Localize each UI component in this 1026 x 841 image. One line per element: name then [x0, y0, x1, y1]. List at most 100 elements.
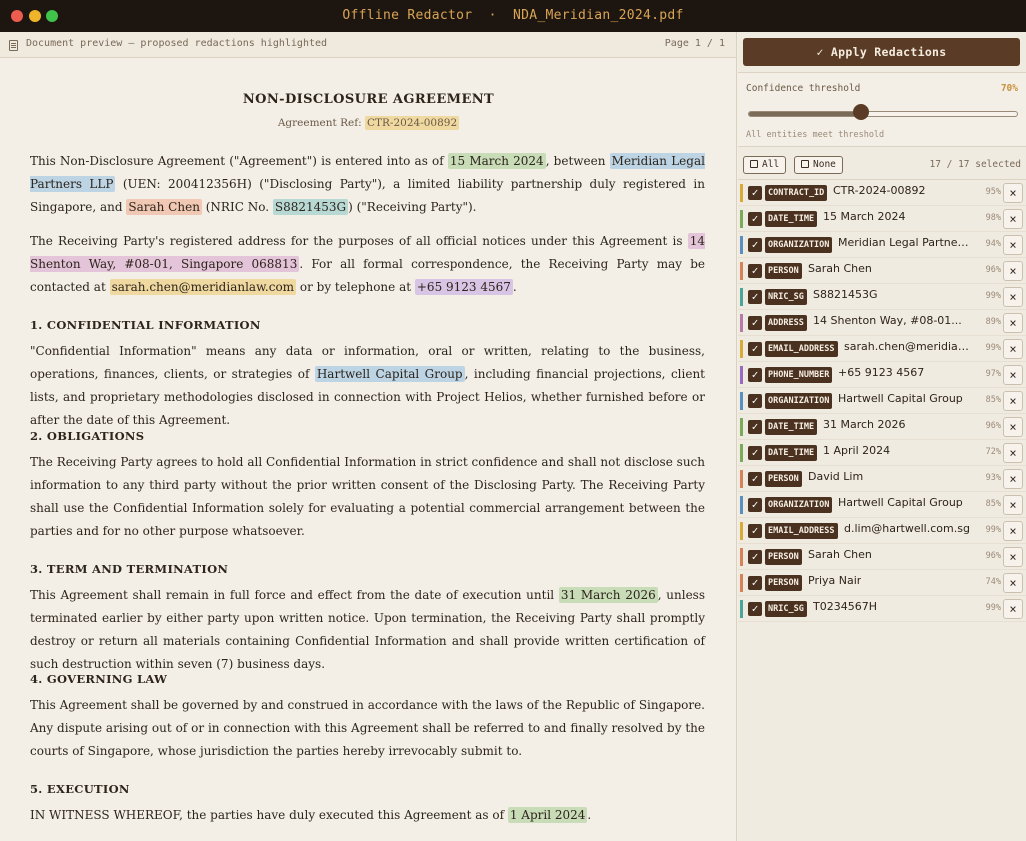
entity-row[interactable]: ✓ DATE_TIME 31 March 2026 96% × — [738, 414, 1026, 440]
entity-type-tag: DATE_TIME — [765, 419, 818, 435]
entity-type-tag: PERSON — [765, 575, 802, 591]
entity-color-bar — [740, 340, 743, 358]
entity-checkbox[interactable]: ✓ — [748, 602, 762, 616]
remove-entity-button[interactable]: × — [1003, 313, 1023, 333]
entity-type-tag: NRIC_SG — [765, 289, 807, 305]
select-all-button[interactable]: All — [743, 156, 787, 174]
entity-row[interactable]: ✓ORGANIZATION Meridian Legal Partners L..… — [738, 232, 1026, 258]
entity-checkbox[interactable]: ✓ — [748, 498, 762, 512]
entity-row[interactable]: ✓ NRIC_SG S8821453G 99% × — [738, 284, 1026, 310]
text-span: This Agreement shall remain in full forc… — [30, 588, 559, 602]
remove-entity-button[interactable]: × — [1003, 495, 1023, 515]
entity-row[interactable]: ✓ CONTRACT_ID CTR-2024-00892 95% × — [738, 180, 1026, 206]
entity-row[interactable]: ✓EMAIL_ADDRESS sarah.chen@meridianlaw... 9… — [738, 336, 1026, 362]
remove-entity-button[interactable]: × — [1003, 469, 1023, 489]
title-bar: Offline Redactor · NDA_Meridian_2024.pdf — [0, 0, 1026, 32]
window-title: Offline Redactor · NDA_Meridian_2024.pdf — [342, 8, 684, 23]
entity-checkbox[interactable]: ✓ — [748, 316, 762, 330]
entity-checkbox[interactable]: ✓ — [748, 290, 762, 304]
remove-entity-button[interactable]: × — [1003, 235, 1023, 255]
entity-row[interactable]: ✓ NRIC_SG T0234567H 99% × — [738, 596, 1026, 622]
entity-confidence: 96% — [985, 551, 1001, 561]
section-heading: 2. OBLIGATIONS — [30, 429, 145, 443]
entity-value: Sarah Chen — [808, 548, 872, 561]
section-heading: 4. GOVERNING LAW — [30, 672, 168, 686]
remove-entity-button[interactable]: × — [1003, 365, 1023, 385]
entity-row[interactable]: ✓ PERSON Priya Nair 74% × — [738, 570, 1026, 596]
entity-color-bar — [740, 392, 743, 410]
entity-checkbox[interactable]: ✓ — [748, 472, 762, 486]
entity-checkbox[interactable]: ✓ — [748, 368, 762, 382]
entity-row[interactable]: ✓ ORGANIZATION Hartwell Capital Group 85% × — [738, 388, 1026, 414]
entity-checkbox[interactable]: ✓ — [748, 238, 762, 252]
redaction-highlight[interactable]: 15 March 2024 — [447, 153, 546, 169]
entity-color-bar — [740, 418, 743, 436]
paragraph-parties: This Non-Disclosure Agreement ("Agreemen… — [30, 150, 705, 219]
apply-redactions-button[interactable]: ✓ Apply Redactions — [743, 38, 1020, 66]
remove-entity-button[interactable]: × — [1003, 391, 1023, 411]
entity-checkbox[interactable]: ✓ — [748, 420, 762, 434]
entity-row[interactable]: ✓ PERSON David Lim 93% × — [738, 466, 1026, 492]
entity-row[interactable]: ✓ ADDRESS 14 Shenton Way, #08-01... 89% × — [738, 310, 1026, 336]
confidence-slider-thumb[interactable] — [853, 104, 870, 120]
redaction-highlight[interactable]: sarah.chen@meridianlaw.com — [109, 279, 297, 295]
entity-type-tag: ADDRESS — [765, 315, 807, 331]
entity-checkbox[interactable]: ✓ — [748, 550, 762, 564]
paragraph-execution: IN WITNESS WHEREOF, the parties have dul… — [30, 804, 705, 827]
entity-checkbox[interactable]: ✓ — [748, 264, 762, 278]
entity-checkbox[interactable]: ✓ — [748, 212, 762, 226]
entity-row[interactable]: ✓ DATE_TIME 1 April 2024 72% × — [738, 440, 1026, 466]
selection-bar: All None 17 / 17 selected — [738, 150, 1026, 180]
remove-entity-button[interactable]: × — [1003, 287, 1023, 307]
entity-confidence: 99% — [985, 603, 1001, 613]
entity-checkbox[interactable]: ✓ — [748, 524, 762, 538]
entity-value: 14 Shenton Way, #08-01... — [813, 314, 962, 327]
confidence-slider-track[interactable] — [748, 111, 1018, 117]
entity-checkbox[interactable]: ✓ — [748, 186, 762, 200]
entity-color-bar — [740, 210, 743, 228]
remove-entity-button[interactable]: × — [1003, 521, 1023, 541]
remove-entity-button[interactable]: × — [1003, 261, 1023, 281]
redaction-highlight[interactable]: Hartwell Capital Group — [314, 366, 465, 382]
entity-confidence: 95% — [985, 187, 1001, 197]
checkbox-empty-icon — [801, 160, 809, 168]
remove-entity-button[interactable]: × — [1003, 183, 1023, 203]
redaction-highlight[interactable]: 31 March 2026 — [558, 587, 658, 603]
entity-row[interactable]: ✓ EMAIL_ADDRESS d.lim@hartwell.com.sg 99% × — [738, 518, 1026, 544]
entity-checkbox[interactable]: ✓ — [748, 394, 762, 408]
section-heading: 1. CONFIDENTIAL INFORMATION — [30, 318, 261, 332]
remove-entity-button[interactable]: × — [1003, 443, 1023, 463]
entity-row[interactable]: ✓ PERSON Sarah Chen 96% × — [738, 258, 1026, 284]
entity-checkbox[interactable]: ✓ — [748, 342, 762, 356]
remove-entity-button[interactable]: × — [1003, 339, 1023, 359]
redaction-highlight[interactable]: S8821453G — [272, 199, 349, 215]
redaction-highlight[interactable]: 1 April 2024 — [507, 807, 588, 823]
entity-confidence: 99% — [985, 291, 1001, 301]
entity-checkbox[interactable]: ✓ — [748, 446, 762, 460]
remove-entity-button[interactable]: × — [1003, 417, 1023, 437]
remove-entity-button[interactable]: × — [1003, 209, 1023, 229]
entity-row[interactable]: ✓ DATE_TIME 15 March 2024 98% × — [738, 206, 1026, 232]
entity-row[interactable]: ✓ PERSON Sarah Chen 96% × — [738, 544, 1026, 570]
redaction-highlight[interactable]: CTR-2024-00892 — [364, 116, 460, 130]
entity-value: Meridian Legal Partners L... — [838, 236, 971, 249]
redaction-highlight[interactable]: Sarah Chen — [126, 199, 202, 215]
document-preview-header: Document preview — proposed redactions h… — [0, 32, 736, 58]
entity-confidence: 89% — [985, 317, 1001, 327]
entity-confidence: 93% — [985, 473, 1001, 483]
entity-checkbox[interactable]: ✓ — [748, 576, 762, 590]
remove-entity-button[interactable]: × — [1003, 547, 1023, 567]
entity-value: Hartwell Capital Group — [838, 392, 963, 405]
remove-entity-button[interactable]: × — [1003, 573, 1023, 593]
entity-row[interactable]: ✓ PHONE_NUMBER +65 9123 4567 97% × — [738, 362, 1026, 388]
entity-confidence: 72% — [985, 447, 1001, 457]
section-heading: 3. TERM AND TERMINATION — [30, 562, 229, 576]
entity-row[interactable]: ✓ ORGANIZATION Hartwell Capital Group 85% × — [738, 492, 1026, 518]
text-span: or by telephone at — [296, 280, 415, 294]
remove-entity-button[interactable]: × — [1003, 599, 1023, 619]
select-none-button[interactable]: None — [794, 156, 843, 174]
entity-list: ✓ CONTRACT_ID CTR-2024-00892 95% × ✓ DATE_TIME… — [738, 180, 1026, 622]
entity-confidence: 85% — [985, 499, 1001, 509]
redaction-highlight[interactable]: +65 9123 4567 — [414, 279, 513, 295]
entity-color-bar — [740, 496, 743, 514]
